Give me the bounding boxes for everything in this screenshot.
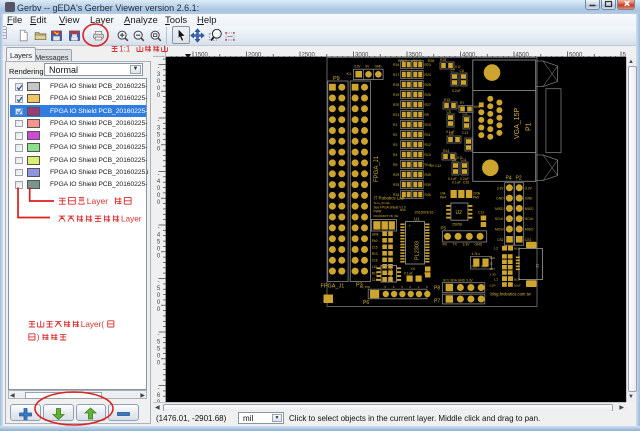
svg-text:Layer(: Layer( — [81, 320, 104, 329]
svg-text:): ) — [37, 333, 40, 342]
svg-text:Layer: Layer — [87, 196, 108, 206]
svg-text:Layer: Layer — [121, 215, 142, 224]
svg-text:1:1: 1:1 — [119, 44, 131, 53]
